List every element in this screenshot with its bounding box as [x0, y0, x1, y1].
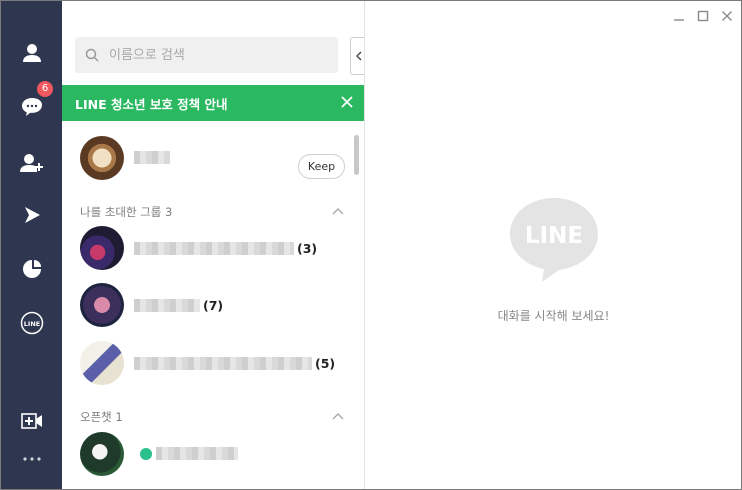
- sidebar-item-line-services[interactable]: LINE: [1, 303, 62, 343]
- scrollbar[interactable]: [354, 135, 359, 175]
- group-name: (3): [134, 241, 317, 256]
- close-icon[interactable]: [339, 94, 355, 110]
- line-logo: LINE: [510, 198, 598, 282]
- line-logo-text: LINE: [525, 223, 583, 249]
- openchat-name-blurred: [156, 447, 241, 460]
- chevron-left-icon: [355, 51, 361, 61]
- group-row[interactable]: (5): [62, 334, 352, 392]
- sidebar-item-today[interactable]: [1, 249, 62, 289]
- openchat-section-title: 오픈챗 1: [80, 410, 123, 424]
- openchat-icon: [140, 448, 152, 460]
- chat-list-panel: LINE 청소년 보호 정책 안내 Keep 나를 초대한 그룹 3 (3) (…: [62, 1, 365, 489]
- group-row[interactable]: (7): [62, 276, 352, 334]
- timeline-icon: [24, 207, 40, 223]
- group-name: (7): [134, 298, 223, 313]
- member-count: (3): [297, 241, 318, 256]
- sidebar-item-friends[interactable]: [1, 33, 62, 73]
- svg-text:LINE: LINE: [23, 320, 39, 328]
- line-app-window: 6 LINE LINE 청소년: [0, 0, 742, 490]
- more-icon: [22, 457, 41, 461]
- line-services-icon: LINE: [20, 311, 43, 335]
- avatar: [80, 432, 124, 476]
- notice-banner[interactable]: LINE 청소년 보호 정책 안내: [62, 85, 364, 121]
- unread-badge: 6: [37, 81, 53, 97]
- search-box: [75, 37, 338, 73]
- chat-area: LINE 대화를 시작해 보세요!: [366, 1, 741, 489]
- close-window-icon[interactable]: [720, 9, 734, 23]
- sidebar-item-chats[interactable]: 6: [1, 81, 62, 127]
- maximize-icon[interactable]: [696, 9, 710, 23]
- keep-button[interactable]: Keep: [298, 154, 345, 179]
- collapse-panel-button[interactable]: [350, 37, 364, 75]
- sidebar-item-more[interactable]: [1, 439, 62, 479]
- minimize-icon[interactable]: [672, 9, 686, 23]
- notice-banner-text: LINE 청소년 보호 정책 안내: [75, 96, 228, 112]
- search-input[interactable]: [109, 47, 309, 63]
- friend-list: Keep 나를 초대한 그룹 3 (3) (7) (5) 오픈챗 1: [62, 121, 364, 489]
- member-count: (7): [203, 298, 224, 313]
- avatar: [80, 136, 124, 180]
- search-icon: [75, 48, 109, 62]
- my-profile-row[interactable]: Keep: [62, 129, 352, 187]
- group-name: (5): [134, 356, 335, 371]
- chevron-up-icon[interactable]: [332, 412, 344, 420]
- avatar: [80, 283, 124, 327]
- chats-icon: [21, 98, 42, 116]
- add-friend-icon: [19, 154, 43, 172]
- avatar: [80, 226, 124, 270]
- member-count: (5): [315, 356, 336, 371]
- friends-icon: [22, 44, 41, 62]
- today-icon: [22, 260, 41, 278]
- openchat-row[interactable]: [62, 425, 352, 483]
- empty-chat-message: 대화를 시작해 보세요!: [497, 309, 610, 323]
- my-name-blurred: [134, 151, 173, 164]
- sidebar: 6 LINE: [1, 1, 62, 489]
- video-call-icon: [20, 413, 42, 429]
- sidebar-item-timeline[interactable]: [1, 195, 62, 235]
- groups-section-title: 나를 초대한 그룹 3: [80, 205, 173, 219]
- sidebar-item-add-friend[interactable]: [1, 143, 62, 183]
- chevron-up-icon[interactable]: [332, 207, 344, 215]
- avatar: [80, 341, 124, 385]
- sidebar-item-video-call[interactable]: [1, 401, 62, 441]
- group-row[interactable]: (3): [62, 219, 352, 277]
